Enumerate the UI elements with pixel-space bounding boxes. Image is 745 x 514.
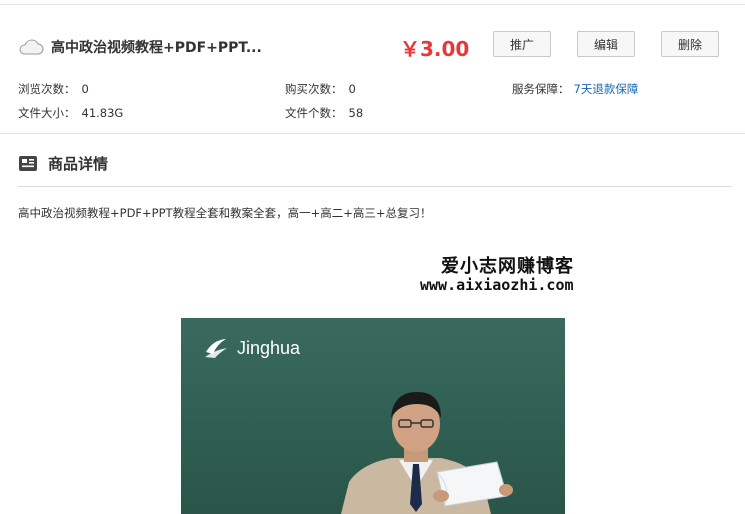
watermark-url: www.aixiaozhi.com	[420, 276, 574, 294]
jinghua-logo-icon	[205, 339, 227, 358]
product-price: ￥3.00	[400, 37, 470, 61]
stat-purchases: 购买次数： 0	[285, 81, 356, 97]
section-divider	[0, 133, 745, 134]
refund-guarantee-link[interactable]: 7天退款保障	[574, 82, 639, 96]
newspaper-icon	[19, 156, 37, 171]
stat-service-label: 服务保障：	[512, 82, 570, 96]
stat-size-value: 41.83G	[81, 106, 124, 120]
stat-size-label: 文件大小：	[18, 106, 76, 120]
video-logo-text: Jinghua	[237, 338, 301, 358]
details-title: 商品详情	[48, 155, 109, 173]
teacher-figure	[341, 392, 513, 514]
stat-purchases-value: 0	[348, 82, 356, 96]
stat-views: 浏览次数： 0	[18, 81, 89, 97]
stat-service: 服务保障： 7天退款保障	[512, 81, 638, 97]
promote-button[interactable]: 推广	[493, 31, 551, 57]
stat-count: 文件个数： 58	[285, 105, 363, 121]
stat-count-value: 58	[348, 106, 364, 120]
details-divider	[18, 186, 732, 187]
product-description: 高中政治视频教程+PDF+PPT教程全套和教案全套，高一+高二+高三+总复习！	[18, 206, 432, 220]
video-preview[interactable]: Jinghua	[181, 318, 565, 514]
edit-button[interactable]: 编辑	[577, 31, 635, 57]
product-header: 高中政治视频教程+PDF+PPT... ￥3.00 推广 编辑 删除	[0, 28, 745, 68]
product-title[interactable]: 高中政治视频教程+PDF+PPT...	[51, 37, 262, 57]
cloud-icon	[19, 39, 44, 55]
top-divider	[0, 4, 745, 5]
stat-views-label: 浏览次数：	[18, 82, 76, 96]
stat-purchases-label: 购买次数：	[285, 82, 343, 96]
delete-button[interactable]: 删除	[661, 31, 719, 57]
stat-size: 文件大小： 41.83G	[18, 105, 123, 121]
watermark-title: 爱小志网赚博客	[441, 256, 574, 277]
stat-count-label: 文件个数：	[285, 106, 343, 120]
stat-views-value: 0	[81, 82, 89, 96]
